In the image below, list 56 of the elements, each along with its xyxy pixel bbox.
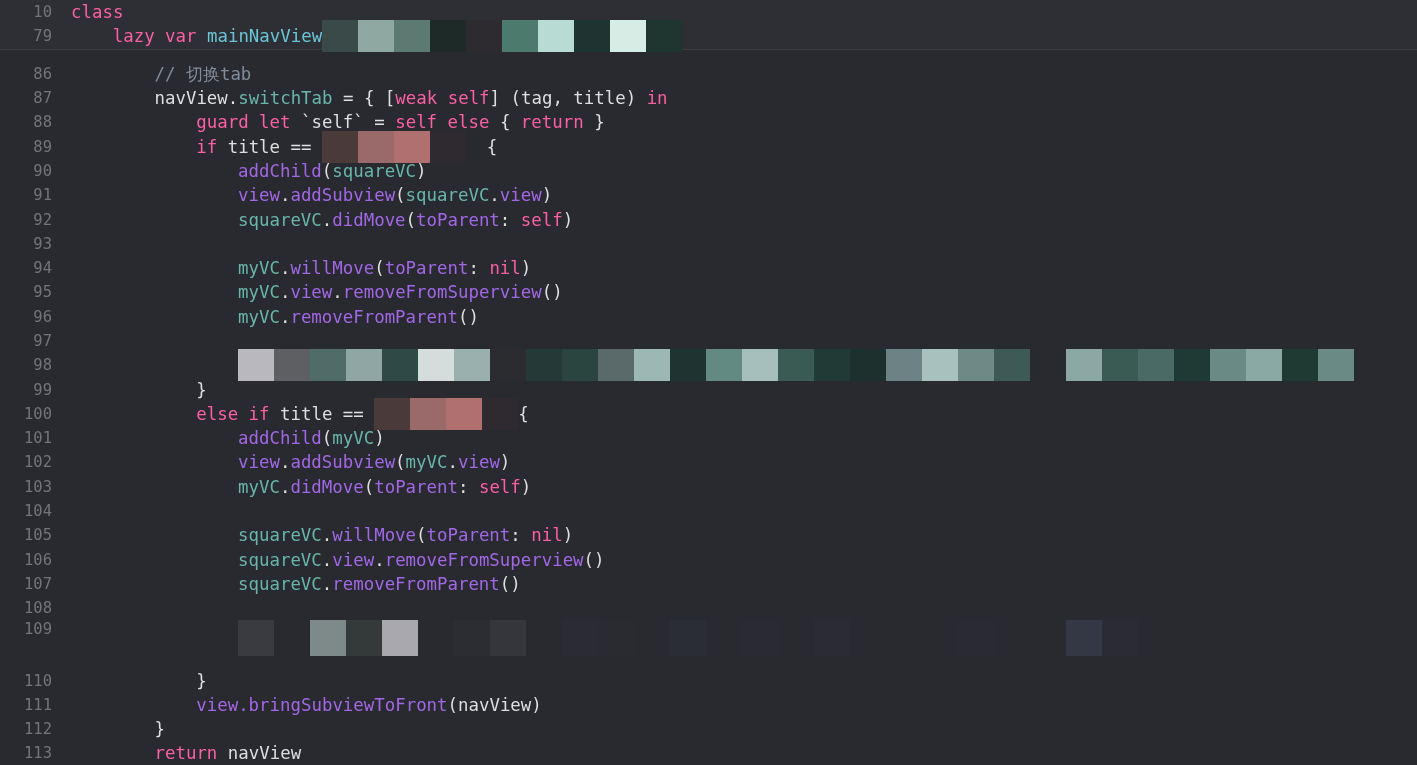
- line-number: 91: [32, 186, 52, 205]
- code-line: }: [196, 670, 207, 691]
- code-line: addChild(squareVC): [238, 160, 427, 181]
- line-number: 95: [32, 283, 52, 302]
- code-line: if title ==: [196, 136, 313, 157]
- line-number: 88: [32, 113, 52, 132]
- line-number: 110: [23, 671, 52, 690]
- code-line: squareVC.didMove(toParent: self): [238, 209, 574, 230]
- line-number: 102: [23, 453, 52, 472]
- line-number: 111: [23, 695, 52, 714]
- line-number: 97: [32, 332, 52, 350]
- line-number: 87: [32, 89, 52, 108]
- code-line: }: [196, 379, 207, 400]
- line-number: 104: [23, 502, 52, 521]
- line-number: 108: [23, 599, 52, 618]
- line-number: 106: [23, 550, 52, 569]
- code-line: squareVC.willMove(toParent: nil): [238, 525, 574, 546]
- line-number: 96: [32, 307, 52, 326]
- code-line: // 切换tab: [154, 62, 252, 86]
- line-number: 93: [32, 234, 52, 253]
- line-number: 98: [32, 356, 52, 375]
- code-line: myVC.removeFromParent(): [238, 306, 479, 327]
- code-line: lazy var mainNavView: [112, 26, 323, 47]
- code-line: squareVC.removeFromParent(): [238, 573, 521, 594]
- code-line: guard let `self` = self else { return }: [196, 112, 605, 133]
- line-number: 79: [32, 27, 52, 46]
- code-line: myVC.view.removeFromSuperview(): [238, 282, 563, 303]
- line-number: 103: [23, 477, 52, 496]
- code-line: view.bringSubviewToFront(navView): [196, 694, 542, 715]
- line-number: 99: [32, 380, 52, 399]
- line-number: 89: [32, 137, 52, 156]
- code-line: else if title ==: [196, 403, 365, 424]
- code-line: class: [71, 2, 124, 23]
- line-number: 86: [32, 64, 52, 83]
- code-line: myVC.willMove(toParent: nil): [238, 258, 532, 279]
- line-number: 101: [23, 429, 52, 448]
- line-number: 92: [32, 210, 52, 229]
- line-number: 105: [23, 526, 52, 545]
- code-line: addChild(myVC): [238, 428, 385, 449]
- line-number: 107: [23, 574, 52, 593]
- code-line: return navView: [154, 743, 302, 764]
- code-line: squareVC.view.removeFromSuperview(): [238, 549, 605, 570]
- line-number: 100: [23, 404, 52, 423]
- code-line: view.addSubview(squareVC.view): [238, 185, 553, 206]
- line-number: 10: [32, 3, 52, 22]
- code-line: myVC.didMove(toParent: self): [238, 476, 532, 497]
- line-number: 94: [32, 259, 52, 278]
- line-number: 109: [23, 620, 52, 639]
- code-line: view.addSubview(myVC.view): [238, 452, 511, 473]
- line-number: 90: [32, 161, 52, 180]
- code-line: navView.switchTab = { [weak self] (tag, title) in: [154, 88, 668, 109]
- code-line: }: [154, 719, 165, 740]
- line-number: 112: [23, 720, 52, 739]
- line-number: 113: [23, 744, 52, 763]
- code-line: {: [518, 403, 529, 424]
- code-line: {: [485, 136, 498, 157]
